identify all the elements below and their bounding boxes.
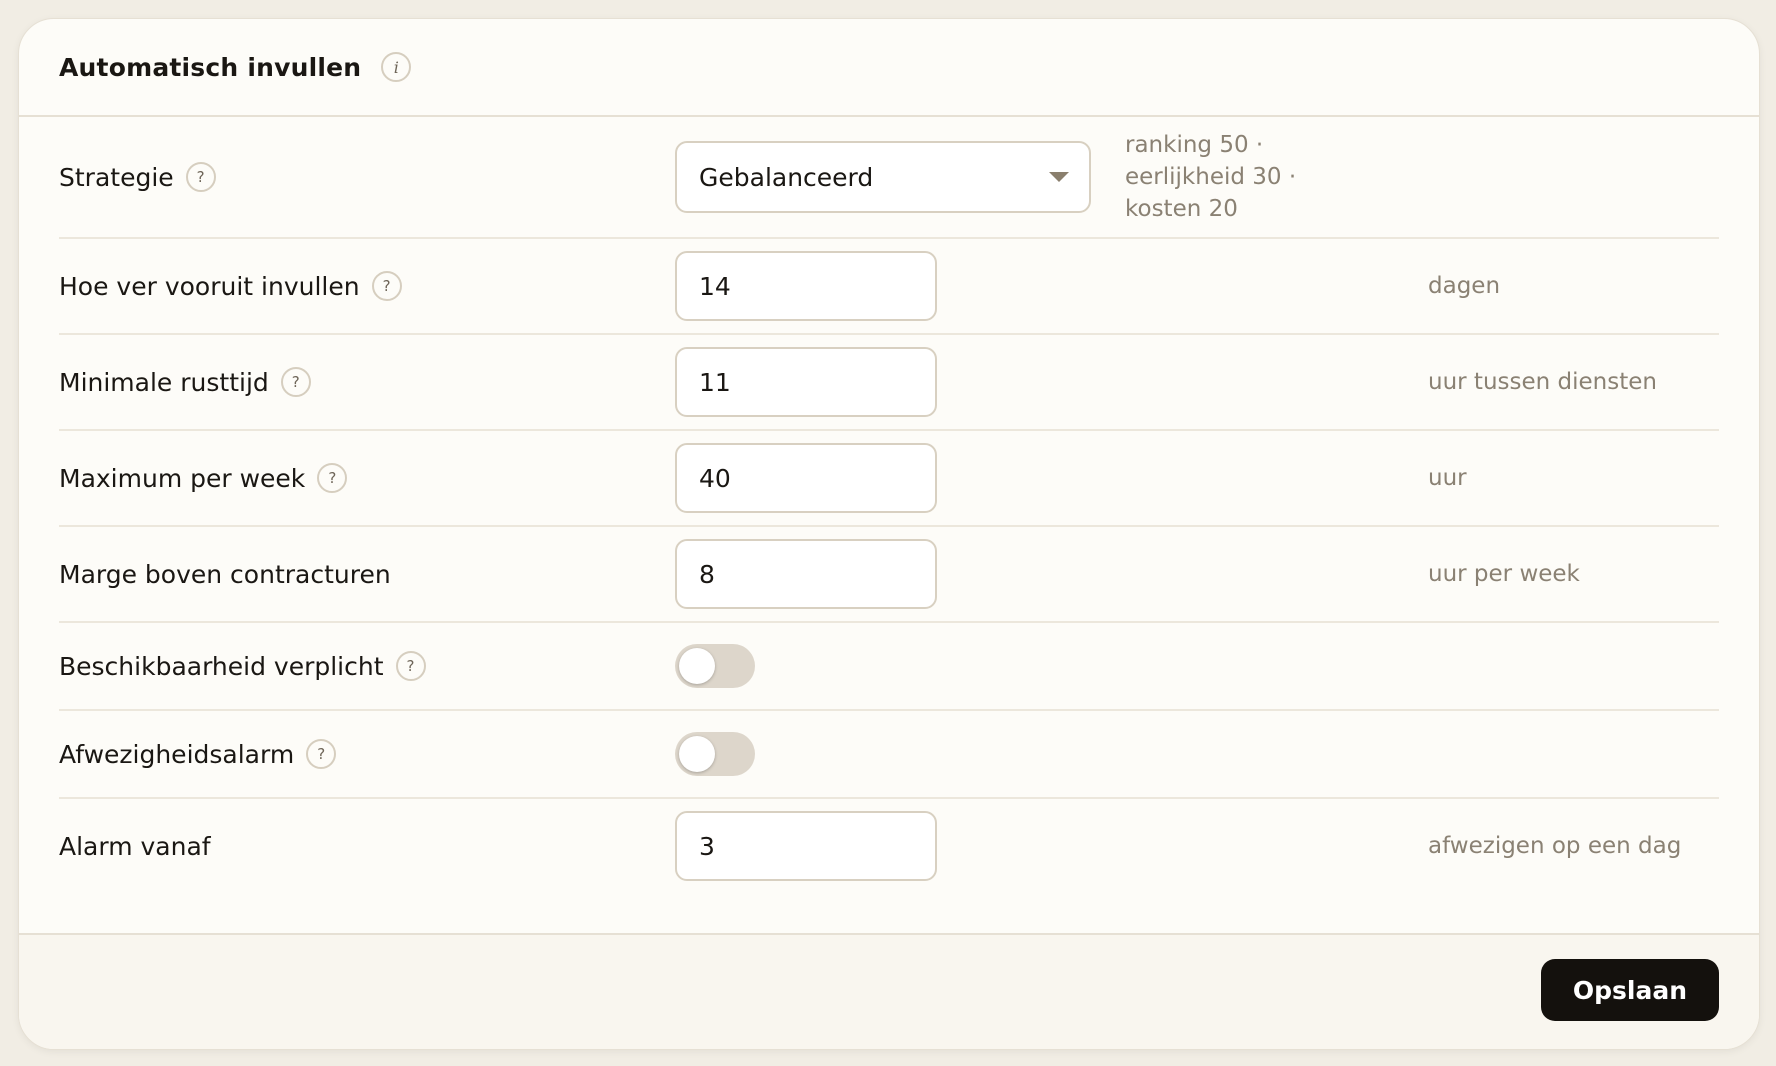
alarm-from-input[interactable]: 3 (675, 811, 937, 881)
min-rest-row: Minimale rusttijd ? 11 uur tussen dienst… (59, 335, 1719, 431)
strategy-select-value: Gebalanceerd (699, 162, 874, 192)
margin-input[interactable]: 8 (675, 539, 937, 609)
availability-label: Beschikbaarheid verplicht (59, 651, 384, 681)
availability-label-cell: Beschikbaarheid verplicht ? (59, 651, 675, 681)
strategy-note-line: eerlijkheid 30 · (1125, 164, 1297, 190)
alarm-from-control: 3 (675, 811, 1375, 881)
chevron-down-icon (1049, 172, 1069, 182)
toggle-knob (679, 736, 715, 772)
strategy-weights-note: ranking 50 · eerlijkheid 30 · kosten 20 (1125, 129, 1296, 225)
max-week-unit: uur (1428, 465, 1467, 491)
strategy-control: Gebalanceerd ranking 50 · eerlijkheid 30… (675, 129, 1375, 225)
max-week-row: Maximum per week ? 40 uur (59, 431, 1719, 527)
absence-alarm-toggle[interactable] (675, 732, 755, 776)
alarm-from-unit: afwezigen op een dag (1428, 833, 1682, 859)
margin-label: Marge boven contracturen (59, 559, 391, 589)
help-icon[interactable]: ? (306, 739, 337, 769)
help-icon[interactable]: ? (395, 651, 426, 681)
panel-header: Automatisch invullen i (19, 19, 1759, 117)
settings-list: Strategie ? Gebalanceerd ranking 50 · ee… (19, 117, 1759, 893)
max-week-input[interactable]: 40 (675, 443, 937, 513)
margin-row: Marge boven contracturen 8 uur per week (59, 527, 1719, 623)
help-icon[interactable]: ? (317, 463, 348, 493)
alarm-from-row: Alarm vanaf 3 afwezigen op een dag (59, 799, 1719, 893)
availability-row: Beschikbaarheid verplicht ? (59, 623, 1719, 711)
strategy-label-cell: Strategie ? (59, 162, 675, 192)
info-icon[interactable]: i (381, 52, 412, 82)
strategy-label: Strategie (59, 162, 174, 192)
max-week-control: 40 (675, 443, 1375, 513)
absence-alarm-label-cell: Afwezigheidsalarm ? (59, 739, 675, 769)
margin-unit: uur per week (1428, 561, 1580, 587)
min-rest-unit: uur tussen diensten (1428, 369, 1657, 395)
strategy-note-line: kosten 20 (1125, 196, 1238, 222)
help-icon[interactable]: ? (280, 367, 311, 397)
horizon-control: 14 (675, 251, 1375, 321)
max-week-label-cell: Maximum per week ? (59, 463, 675, 493)
strategy-select[interactable]: Gebalanceerd (675, 141, 1091, 213)
horizon-input[interactable]: 14 (675, 251, 937, 321)
auto-fill-panel: Automatisch invullen i Strategie ? Gebal… (18, 18, 1760, 1050)
strategy-row: Strategie ? Gebalanceerd ranking 50 · ee… (59, 117, 1719, 239)
horizon-label-cell: Hoe ver vooruit invullen ? (59, 271, 675, 301)
margin-label-cell: Marge boven contracturen (59, 560, 675, 589)
toggle-knob (679, 648, 715, 684)
absence-alarm-control (675, 732, 1375, 776)
margin-control: 8 (675, 539, 1375, 609)
absence-alarm-row: Afwezigheidsalarm ? (59, 711, 1719, 799)
strategy-note-line: ranking 50 · (1125, 132, 1264, 158)
max-week-label: Maximum per week (59, 463, 306, 493)
min-rest-control: 11 (675, 347, 1375, 417)
min-rest-label: Minimale rusttijd (59, 367, 269, 397)
min-rest-input[interactable]: 11 (675, 347, 937, 417)
save-button[interactable]: Opslaan (1540, 959, 1719, 1021)
absence-alarm-label: Afwezigheidsalarm (59, 739, 295, 769)
availability-toggle[interactable] (675, 644, 755, 688)
horizon-row: Hoe ver vooruit invullen ? 14 dagen (59, 239, 1719, 335)
min-rest-label-cell: Minimale rusttijd ? (59, 367, 675, 397)
availability-control (675, 644, 1375, 688)
horizon-label: Hoe ver vooruit invullen (59, 271, 360, 301)
alarm-from-label-cell: Alarm vanaf (59, 832, 675, 861)
alarm-from-label: Alarm vanaf (59, 831, 211, 861)
help-icon[interactable]: ? (185, 162, 216, 192)
help-icon[interactable]: ? (371, 271, 402, 301)
panel-title: Automatisch invullen (59, 52, 362, 82)
panel-footer: Opslaan (19, 933, 1759, 1049)
horizon-unit: dagen (1428, 273, 1501, 299)
